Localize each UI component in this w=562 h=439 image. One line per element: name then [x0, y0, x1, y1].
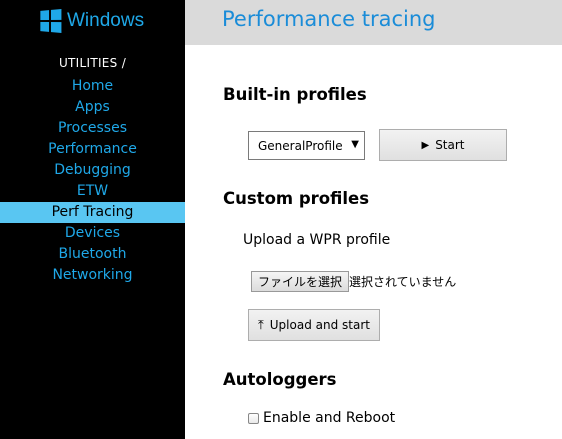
start-button[interactable]: ▶ Start	[379, 129, 507, 161]
sidebar-item-bluetooth[interactable]: Bluetooth	[0, 244, 185, 265]
sidebar: Windows UTILITIES / Home Apps Processes …	[0, 0, 185, 439]
sidebar-item-devices[interactable]: Devices	[0, 223, 185, 244]
main-content: Built-in profiles GeneralProfile ▼ ▶ Sta…	[185, 45, 562, 439]
sidebar-nav: Home Apps Processes Performance Debuggin…	[0, 76, 185, 286]
dropdown-arrow-icon: ▼	[351, 139, 359, 150]
brand-name: Windows	[67, 10, 145, 31]
sidebar-item-etw[interactable]: ETW	[0, 181, 185, 202]
upload-and-start-label: Upload and start	[269, 318, 370, 332]
sidebar-item-debugging[interactable]: Debugging	[0, 160, 185, 181]
sidebar-item-apps[interactable]: Apps	[0, 97, 185, 118]
builtin-profiles-heading: Built-in profiles	[223, 85, 367, 104]
sidebar-item-perf-tracing[interactable]: Perf Tracing	[0, 202, 185, 223]
sidebar-item-processes[interactable]: Processes	[0, 118, 185, 139]
page-title: Performance tracing	[222, 7, 436, 31]
sidebar-item-performance[interactable]: Performance	[0, 139, 185, 160]
enable-reboot-checkbox[interactable]	[248, 413, 259, 424]
start-button-label: Start	[435, 138, 465, 152]
choose-file-button[interactable]: ファイルを選択	[251, 271, 350, 292]
section-label: UTILITIES /	[58, 56, 127, 70]
custom-profiles-heading: Custom profiles	[223, 189, 370, 208]
profile-select[interactable]: GeneralProfile ▼	[248, 131, 365, 160]
upload-icon: ⤒	[258, 317, 264, 333]
windows-logo-icon	[40, 8, 62, 34]
upload-wpr-label: Upload a WPR profile	[243, 232, 391, 248]
page-header: Performance tracing	[185, 0, 562, 45]
profile-select-value: GeneralProfile	[258, 138, 343, 153]
enable-reboot-label[interactable]: Enable and Reboot	[263, 410, 395, 426]
autologgers-heading: Autologgers	[223, 370, 337, 389]
windows-logo: Windows	[39, 8, 145, 34]
file-status-text: 選択されていません	[349, 275, 457, 289]
sidebar-item-networking[interactable]: Networking	[0, 265, 185, 286]
play-icon: ▶	[421, 139, 430, 151]
upload-and-start-button[interactable]: ⤒ Upload and start	[248, 309, 380, 341]
sidebar-item-home[interactable]: Home	[0, 76, 185, 97]
